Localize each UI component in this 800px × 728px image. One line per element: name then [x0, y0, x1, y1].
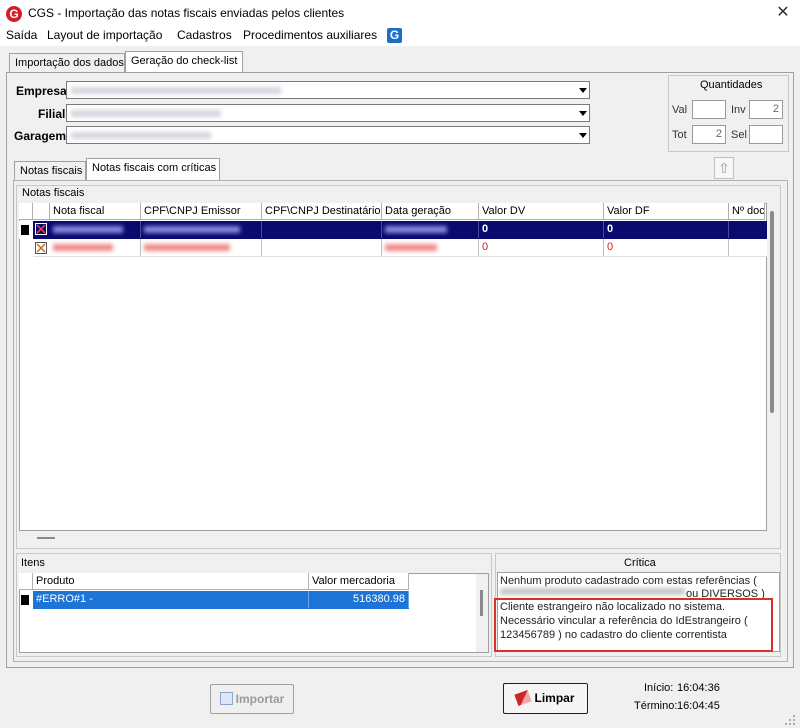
row-indicator-header: [19, 573, 33, 590]
limpar-button[interactable]: Limpar: [503, 683, 588, 714]
itens-group-title: Itens: [21, 557, 45, 569]
inicio-label: Início:: [644, 682, 674, 694]
menu-saida[interactable]: Saída: [6, 28, 37, 42]
cell-data-geracao: [382, 221, 479, 238]
val-field: [692, 100, 726, 119]
up-arrow-icon[interactable]: ⇧: [714, 157, 734, 179]
col-produto[interactable]: Produto: [33, 573, 309, 590]
tot-label: Tot: [672, 129, 687, 141]
cell-produto: #ERRO#1 -: [33, 591, 309, 608]
tot-field: 2: [692, 125, 726, 144]
cell-valor-dv: 0: [479, 239, 604, 256]
col-valor-dv[interactable]: Valor DV: [479, 203, 604, 220]
termino-label: Término:: [634, 700, 678, 712]
filial-label: Filial: [38, 107, 66, 121]
col-valor-mercadoria[interactable]: Valor mercadoria: [309, 573, 409, 590]
cell-valor-df: 0: [604, 221, 729, 238]
cell-cnpj-destinatario: [262, 221, 382, 238]
sel-label: Sel: [731, 129, 747, 141]
garagem-select[interactable]: [66, 126, 590, 144]
cell-cnpj-emissor: [141, 221, 262, 238]
cell-valor-df: 0: [604, 239, 729, 256]
cell-cnpj-destinatario: [262, 239, 382, 256]
cell-data-geracao: [382, 239, 479, 256]
cell-cnpj-emissor: [141, 239, 262, 256]
vertical-scrollbar[interactable]: [476, 574, 488, 652]
col-cnpj-destinatario[interactable]: CPF\CNPJ Destinatário: [262, 203, 382, 220]
tab-importacao-dados[interactable]: Importação dos dados: [9, 53, 125, 73]
chevron-down-icon: [579, 88, 587, 93]
redacted-text: [500, 588, 685, 595]
col-numero-doc[interactable]: Nº doc: [729, 203, 765, 220]
resize-grip-icon[interactable]: [784, 714, 796, 726]
chevron-down-icon: [579, 133, 587, 138]
inv-field: 2: [749, 100, 783, 119]
tab-notas-fiscais[interactable]: Notas fiscais: [14, 161, 86, 181]
error-check-icon[interactable]: [35, 242, 47, 254]
garagem-label: Garagem: [14, 129, 67, 143]
inicio-time: 16:04:36: [677, 682, 720, 694]
critica-line-1: Nenhum produto cadastrado com estas refe…: [500, 575, 757, 587]
menu-cadastros[interactable]: Cadastros: [177, 28, 232, 42]
importar-button[interactable]: Importar: [210, 684, 294, 714]
quantidades-title: Quantidades: [700, 79, 763, 91]
g-logo-icon[interactable]: G: [387, 28, 402, 43]
inv-label: Inv: [731, 104, 746, 116]
eraser-icon: [514, 689, 533, 707]
save-icon: [219, 692, 233, 705]
error-check-icon[interactable]: [35, 223, 47, 235]
sel-field: [749, 125, 783, 144]
termino-time: 16:04:45: [677, 700, 720, 712]
empresa-select[interactable]: [66, 81, 590, 99]
col-data-geracao[interactable]: Data geração: [382, 203, 479, 220]
chevron-down-icon: [579, 111, 587, 116]
critica-message: Cliente estrangeiro não localizado no si…: [500, 601, 748, 641]
row-indicator: [19, 221, 33, 239]
tab-notas-fiscais-criticas[interactable]: Notas fiscais com críticas: [86, 158, 220, 180]
row-indicator: [19, 591, 33, 609]
window-title: CGS - Importação das notas fiscais envia…: [28, 6, 345, 20]
app-logo-icon: G: [6, 6, 22, 22]
cell-valor-dv: 0: [479, 221, 604, 238]
notas-group-title: Notas fiscais: [22, 187, 85, 199]
vertical-scrollbar[interactable]: [767, 203, 779, 531]
check-header: [33, 203, 50, 220]
col-cnpj-emissor[interactable]: CPF\CNPJ Emissor: [141, 203, 262, 220]
col-valor-df[interactable]: Valor DF: [604, 203, 729, 220]
cell-valor-mercadoria: 516380.98: [309, 591, 409, 608]
horizontal-scrollbar[interactable]: [19, 531, 767, 545]
val-label: Val: [672, 104, 688, 116]
menu-procedimentos-auxiliares[interactable]: Procedimentos auxiliares: [243, 28, 377, 42]
tab-geracao-checklist[interactable]: Geração do check-list: [125, 51, 243, 73]
cell-nota-fiscal: [50, 239, 141, 256]
menu-layout-importacao[interactable]: Layout de importação: [47, 28, 162, 42]
col-nota-fiscal[interactable]: Nota fiscal: [50, 203, 141, 220]
filial-select[interactable]: [66, 104, 590, 122]
critica-title: Crítica: [624, 557, 656, 569]
row-indicator-header: [19, 203, 33, 220]
empresa-label: Empresa: [16, 84, 67, 98]
close-icon[interactable]: ✕: [772, 3, 794, 23]
cell-nota-fiscal: [50, 221, 141, 238]
